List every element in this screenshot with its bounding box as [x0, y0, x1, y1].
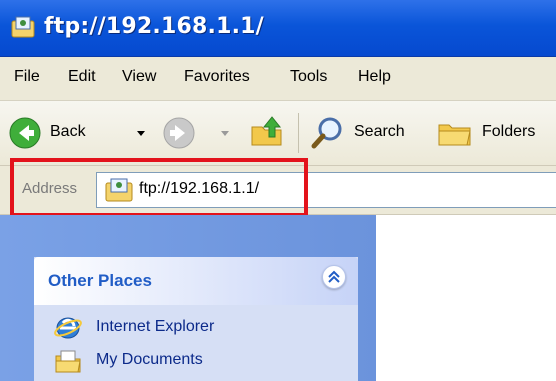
search-button[interactable]: Search	[310, 113, 420, 153]
ftp-folder-icon	[11, 16, 35, 38]
menu-help[interactable]: Help	[358, 68, 391, 86]
my-documents-label: My Documents	[96, 351, 203, 368]
folders-button[interactable]: Folders	[436, 113, 556, 153]
internet-explorer-icon	[54, 317, 82, 339]
address-highlight-box	[10, 158, 308, 217]
menu-view[interactable]: View	[122, 68, 156, 86]
toolbar-separator	[298, 113, 299, 153]
back-dropdown-icon[interactable]	[136, 130, 146, 138]
file-list-area[interactable]	[376, 215, 556, 381]
menu-tools[interactable]: Tools	[290, 68, 327, 86]
search-magnifier-icon	[311, 117, 342, 149]
other-places-header[interactable]: Other Places	[34, 257, 358, 305]
up-folder-icon[interactable]	[248, 113, 286, 151]
toolbar: Back Search Folders	[0, 101, 556, 166]
task-pane: Other Places Internet Explorer My Docume…	[0, 215, 376, 381]
back-arrow-icon	[9, 117, 41, 149]
back-label: Back	[50, 123, 86, 140]
title-bar[interactable]: ftp://192.168.1.1/	[0, 0, 556, 57]
forward-arrow-icon	[163, 117, 195, 149]
menu-bar: File Edit View Favorites Tools Help	[0, 57, 556, 101]
forward-button[interactable]	[162, 113, 242, 153]
internet-explorer-label: Internet Explorer	[96, 318, 215, 335]
menu-file[interactable]: File	[14, 68, 40, 86]
other-places-title: Other Places	[48, 271, 152, 290]
collapse-chevron-icon	[328, 270, 340, 283]
collapse-button[interactable]	[322, 265, 346, 289]
my-documents-icon	[55, 350, 81, 373]
forward-dropdown-icon[interactable]	[220, 130, 230, 138]
back-button[interactable]: Back	[8, 113, 158, 153]
search-label: Search	[354, 123, 405, 140]
other-places-panel: Other Places Internet Explorer My Docume…	[34, 257, 358, 381]
folders-icon	[438, 124, 471, 146]
menu-edit[interactable]: Edit	[68, 68, 96, 86]
folders-label: Folders	[482, 123, 536, 140]
window-title: ftp://192.168.1.1/	[44, 14, 264, 39]
menu-favorites[interactable]: Favorites	[184, 68, 250, 86]
